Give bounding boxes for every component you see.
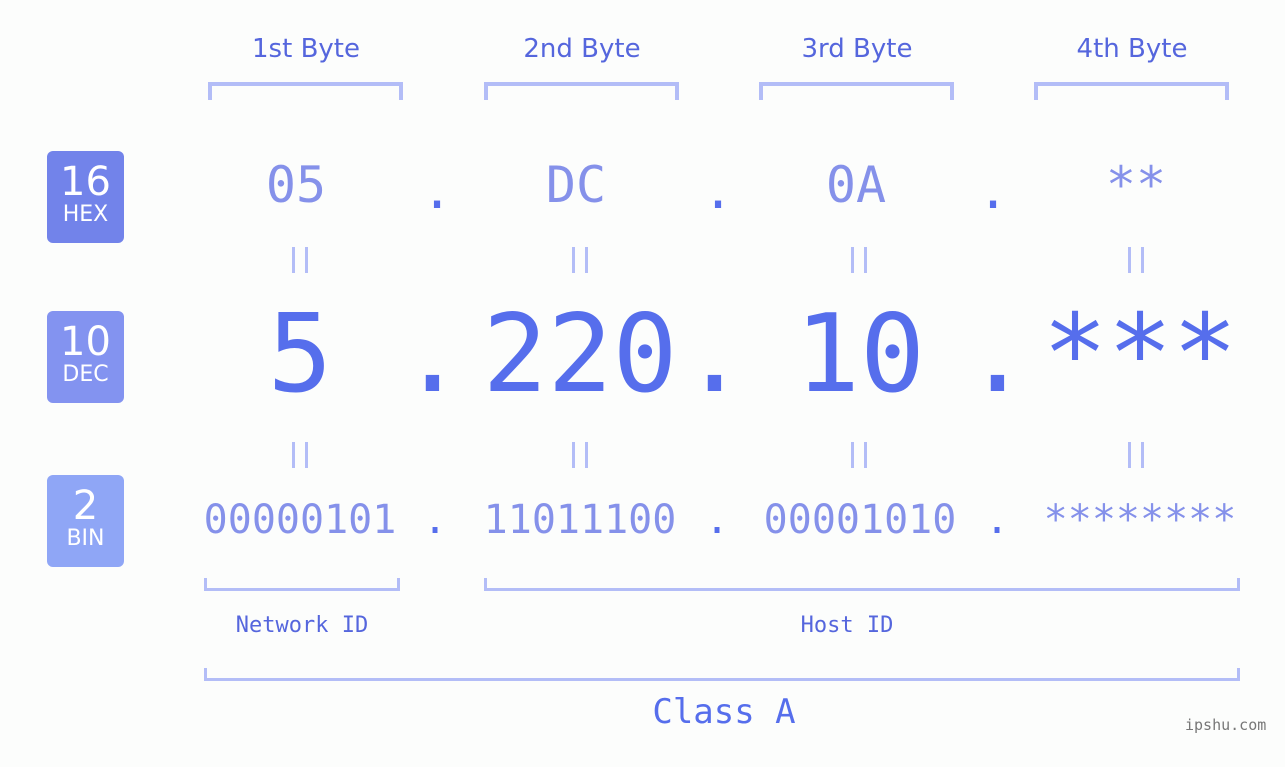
dec-byte-4: *** [1042, 292, 1238, 417]
byte-header-1: 1st Byte [252, 34, 360, 64]
dec-dot-1: . [400, 292, 466, 417]
equals-icon [1128, 442, 1144, 468]
equals-icon [292, 247, 308, 273]
hex-dot-3: . [978, 162, 1009, 220]
hex-byte-1: 05 [265, 156, 327, 214]
dec-label: DEC [62, 362, 109, 387]
dec-byte-1: 5 [267, 292, 333, 417]
equals-icon [851, 247, 867, 273]
equals-icon [292, 442, 308, 468]
byte-header-2: 2nd Byte [523, 34, 641, 64]
hex-byte-4: ** [1105, 156, 1167, 214]
network-id-bracket [204, 578, 400, 591]
dec-dot-3: . [965, 292, 1031, 417]
dec-badge: 10 DEC [47, 311, 124, 403]
hex-dot-2: . [703, 162, 734, 220]
hex-byte-3: 0A [825, 156, 887, 214]
watermark: ipshu.com [1185, 716, 1267, 734]
byte-header-4: 4th Byte [1076, 34, 1188, 64]
hex-dot-1: . [422, 162, 453, 220]
byte-bracket-3 [759, 82, 954, 100]
bin-dot-2: . [705, 497, 730, 543]
dec-base: 10 [60, 319, 111, 365]
network-id-label: Network ID [235, 613, 369, 638]
byte-bracket-1 [208, 82, 403, 100]
bin-byte-2: 11011100 [483, 497, 677, 543]
bin-base: 2 [72, 483, 99, 529]
hex-badge: 16 HEX [47, 151, 124, 243]
dec-byte-2: 220 [482, 292, 678, 417]
bin-label: BIN [66, 526, 105, 551]
byte-bracket-2 [484, 82, 679, 100]
bin-badge: 2 BIN [47, 475, 124, 567]
dec-byte-3: 10 [794, 292, 926, 417]
byte-bracket-4 [1034, 82, 1229, 100]
class-label: Class A [652, 692, 796, 732]
byte-header-3: 3rd Byte [801, 34, 913, 64]
host-id-bracket [484, 578, 1240, 591]
hex-byte-2: DC [545, 156, 607, 214]
hex-label: HEX [62, 202, 109, 227]
dec-dot-2: . [682, 292, 748, 417]
bin-dot-3: . [985, 497, 1010, 543]
bin-dot-1: . [423, 497, 448, 543]
equals-icon [572, 247, 588, 273]
class-bracket [204, 668, 1240, 681]
equals-icon [572, 442, 588, 468]
equals-icon [1128, 247, 1144, 273]
bin-byte-4: ******** [1043, 497, 1237, 543]
bin-byte-3: 00001010 [763, 497, 957, 543]
bin-byte-1: 00000101 [203, 497, 397, 543]
equals-icon [851, 442, 867, 468]
hex-base: 16 [60, 159, 111, 205]
host-id-label: Host ID [800, 613, 894, 638]
